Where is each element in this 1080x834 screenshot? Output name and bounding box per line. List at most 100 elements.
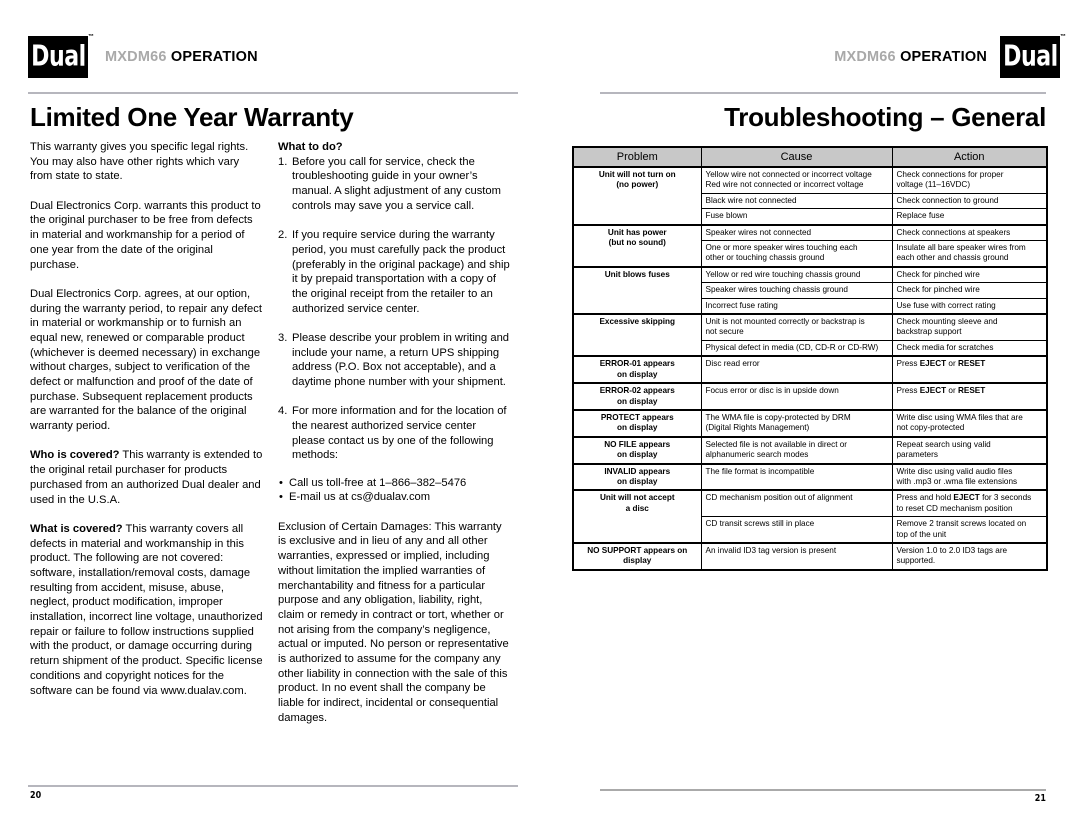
cell-cause: Fuse blown [700,208,893,226]
column-header-action: Action [891,146,1048,168]
step-text: If you require service during the warran… [292,229,510,315]
cause-text: Black wire not connected [705,195,797,205]
problem-text: Unit has power (but no sound) [607,227,667,248]
cell-action: Check media for scratches [891,339,1048,357]
keyword-eject: EJECT [919,386,947,396]
paragraph-repair-option: Dual Electronics Corp. agrees, at our op… [30,287,262,433]
keyword-reset: RESET [957,386,986,396]
cause-text: Yellow wire not connected or incorrect v… [705,170,872,190]
cell-cause: Selected file is not available in direct… [700,435,893,465]
cell-problem: Unit will not accept a disc [572,489,702,544]
action-text: Check mounting sleeve and backstrap suppo… [896,317,998,337]
cause-text: Unit is not mounted correctly or backstr… [705,317,865,337]
page-title-left: Limited One Year Warranty [30,102,354,132]
cause-text: Disc read error [705,359,760,369]
cell-action: Press and hold EJECT for 3 seconds to res… [891,489,1048,518]
problem-text: PROTECT appears on display [600,412,674,433]
header-left-model: MXDM66 [105,49,167,65]
table-head: Problem Cause Action [572,146,1048,168]
cell-action: Check connection to ground [891,192,1048,210]
cell-action: Write disc using WMA files that are not c… [891,408,1048,438]
trademark-icon: ™ [88,34,94,40]
header-right-title: MXDM66 OPERATION [834,49,987,65]
contact-methods-list: Call us toll-free at 1–866–382–5476 E-ma… [278,476,511,505]
cell-cause: Focus error or disc is in upside down [700,382,893,411]
action-text: Check connections at speakers [896,227,1011,237]
table-row: NO FILE appears on display Selected file i… [572,435,1048,465]
table-row: NO SUPPORT appears on display An invalid I… [572,541,1048,571]
step-item: 4. For more information and for the locat… [278,404,511,463]
cell-cause: The WMA file is copy-protected by DRM (Di… [700,408,893,438]
action-text: Replace fuse [896,211,945,221]
table-row: Unit has power (but no sound) Speaker wire… [572,223,1048,268]
cell-cause: CD mechanism position out of alignment [700,489,893,518]
cell-cause: Speaker wires touching chassis ground [700,282,893,299]
cause-text: Yellow or red wire touching chassis grou… [705,269,861,279]
cause-text: An invalid ID3 tag version is present [705,545,837,555]
problem-text: ERROR-02 appears on display [599,386,675,406]
cell-cause: Incorrect fuse rating [700,297,893,315]
page-left: Dual ™ MXDM66 OPERATION Limited One Year… [0,0,540,834]
column-a: This warranty gives you specific legal r… [30,140,263,713]
action-text: Press and hold EJECT for 3 seconds to res… [896,493,1032,513]
problem-text: Excessive skipping [599,317,676,327]
cause-text: The file format is incompatible [705,466,815,476]
table-header-row: Problem Cause Action [572,146,1048,168]
keyword-reset: RESET [957,359,986,369]
cell-cause: Speaker wires not connected [700,223,893,242]
paragraph-what-is-covered: What is covered? This warranty covers al… [30,522,263,698]
column-b: What to do? 1. Before you call for servic… [278,140,511,740]
document-spread: Dual ™ MXDM66 OPERATION Limited One Year… [0,0,1080,834]
cell-action: Insulate all bare speaker wires from each… [891,240,1048,268]
cell-cause: Disc read error [700,355,893,384]
step-number: 4. [278,405,288,418]
column-header-cause: Cause [700,146,893,168]
cell-cause: CD transit screws still in place [700,516,893,544]
cell-cause: Yellow wire not connected or incorrect v… [700,165,893,194]
header-right: MXDM66 OPERATION Dual ™ [570,34,1066,88]
step-item: 1. Before you call for service, check the… [278,155,511,214]
cause-text: The WMA file is copy-protected by DRM (Di… [705,412,851,433]
step-item: 3. Please describe your problem in writin… [278,331,511,390]
action-text: Remove 2 transit screws located on top of… [896,519,1027,539]
cause-text: Physical defect in media (CD, CD-R or CD… [705,342,879,352]
action-text: Repeat search using valid parameters [896,439,991,460]
cause-text: Selected file is not available in direct… [705,439,848,460]
paragraph-warrants-product: Dual Electronics Corp. warrants this pro… [30,199,261,271]
step-text: Before you call for service, check the t… [292,155,501,212]
step-number: 3. [278,331,288,344]
table-row: Unit will not accept a disc CD mechanism p… [572,489,1048,544]
dual-logo-text: Dual [1002,40,1058,73]
cell-action: Remove 2 transit screws located on top of… [891,516,1048,544]
action-text: Press EJECT or RESET [896,386,986,396]
what-to-do-heading: What to do? [278,141,343,153]
header-left-title: MXDM66 OPERATION [105,49,258,65]
cell-action: Check connections for proper voltage (11–… [891,165,1048,194]
table-row: ERROR-01 appears on display Disc read erro… [572,355,1048,384]
cell-action: Replace fuse [891,208,1048,226]
cell-problem: NO FILE appears on display [572,435,702,465]
action-text: Check connections for proper voltage (11–… [896,170,1004,190]
cell-problem: INVALID appears on display [572,462,702,491]
action-text: Check connection to ground [896,195,999,205]
paragraph-legal-rights: This warranty gives you specific legal r… [30,141,249,183]
action-text: Write disc using valid audio files with .… [896,466,1018,486]
header-rule-left [28,92,518,94]
dual-logo-icon: Dual ™ [28,34,94,78]
problem-text: INVALID appears on display [604,466,671,486]
problem-text: NO SUPPORT appears on display [587,545,688,566]
contact-method-email: E-mail us at cs@dualav.com [278,490,511,505]
cell-problem: ERROR-02 appears on display [572,382,702,411]
cause-text: Incorrect fuse rating [705,300,778,310]
problem-text: ERROR-01 appears on display [599,359,675,379]
step-text: Please describe your problem in writing … [292,331,510,389]
footer-rule-right [600,789,1046,791]
keyword-eject: EJECT [919,359,947,369]
page-number-right: 21 [1034,793,1046,804]
table-row: PROTECT appears on display The WMA file is… [572,408,1048,438]
cell-problem: Unit has power (but no sound) [572,223,702,268]
cause-text: Speaker wires touching chassis ground [705,285,848,295]
footer-rule-left [28,785,518,787]
header-left-row: Dual ™ MXDM66 OPERATION [28,34,518,78]
paragraph-exclusion-of-damages: Exclusion of Certain Damages: This warra… [278,520,509,724]
